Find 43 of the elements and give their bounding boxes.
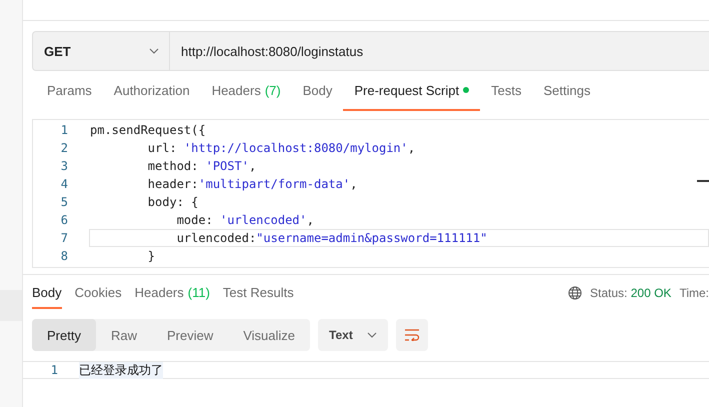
request-tab[interactable]: Settings xyxy=(532,71,602,111)
response-tab[interactable]: Body xyxy=(32,277,62,309)
line-number: 8 xyxy=(60,249,68,263)
code-line: pm.sendRequest({ xyxy=(89,122,207,139)
chevron-icon xyxy=(149,48,159,54)
response-tab[interactable]: Cookies xyxy=(74,277,122,309)
chevron-icon xyxy=(367,332,378,338)
line-number: 3 xyxy=(60,159,68,173)
view-mode-button[interactable]: Preview xyxy=(152,319,228,351)
globe-icon[interactable] xyxy=(568,286,582,300)
code-line: mode: 'urlencoded', xyxy=(176,212,315,229)
code-line: body: { xyxy=(146,194,200,211)
line-number: 7 xyxy=(60,231,68,245)
status-text: Status: 200 OK xyxy=(590,286,672,300)
code-editor[interactable]: 1 pm.sendRequest({ 2 url: 'http://localhost:8080/mylogin', 3 method: 'POST', 4 header:'multipart/form-data', 5 body: { 6 mode: 'urlencoded', 7 urlencoded:"username=admin&password=111111" 8 } xyxy=(32,119,709,268)
view-mode-button[interactable]: Raw xyxy=(96,319,152,351)
code-line: header:'multipart/form-data', xyxy=(146,176,358,193)
view-mode-button[interactable]: Pretty xyxy=(32,319,96,351)
request-tab[interactable]: Pre-request Script xyxy=(343,71,480,111)
request-tab[interactable]: Tests xyxy=(480,71,532,111)
request-tab[interactable]: Headers (7) xyxy=(200,71,292,111)
url-field[interactable]: http://localhost:8080/loginstatus xyxy=(170,32,364,70)
request-tab[interactable]: Body xyxy=(292,71,344,111)
line-number: 4 xyxy=(60,177,68,191)
response-tab[interactable]: Headers (11) xyxy=(134,277,210,309)
time-label: Time: xyxy=(679,286,709,300)
wrap-lines-icon xyxy=(404,329,420,341)
line-number: 2 xyxy=(60,141,68,155)
view-mode-button[interactable]: Visualize xyxy=(228,319,310,351)
method-select[interactable]: GET xyxy=(33,32,170,70)
format-select[interactable]: Text xyxy=(318,319,388,351)
request-tab[interactable]: Params xyxy=(36,71,103,111)
code-line: url: 'http://localhost:8080/mylogin', xyxy=(146,140,416,157)
code-line: method: 'POST', xyxy=(146,158,258,175)
response-text: 已经登录成功了 xyxy=(79,362,163,378)
wrap-lines-button[interactable] xyxy=(396,319,428,351)
request-tab[interactable]: Authorization xyxy=(102,71,201,111)
line-number: 5 xyxy=(60,195,68,209)
line-number: 1 xyxy=(50,363,58,377)
line-number: 1 xyxy=(60,123,68,137)
code-line: } xyxy=(146,248,156,265)
line-number: 6 xyxy=(60,213,68,227)
response-tab[interactable]: Test Results xyxy=(222,277,294,309)
